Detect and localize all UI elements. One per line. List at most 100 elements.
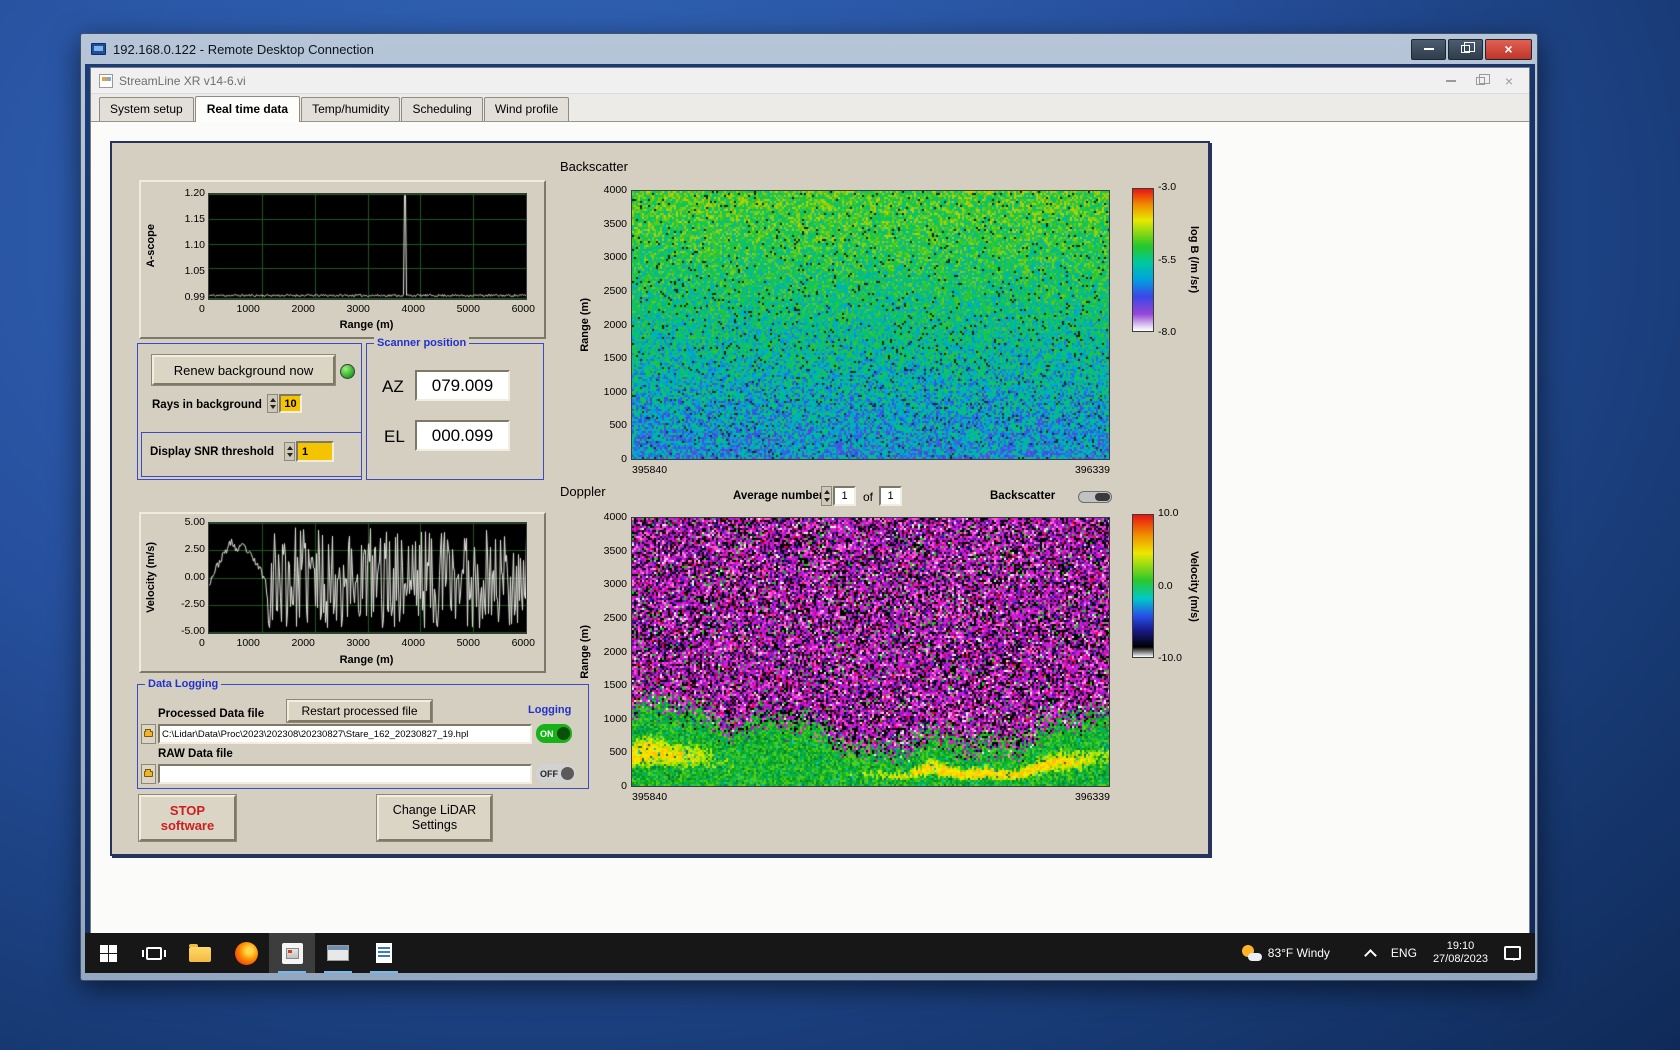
minimize-icon (1445, 79, 1456, 82)
raw-data-file-label: RAW Data file (158, 748, 233, 760)
minimize-button[interactable] (1411, 38, 1446, 60)
backscatter-x-end: 396339 (1074, 464, 1110, 476)
tick-label: 1.20 (184, 187, 205, 199)
tab-wind-profile[interactable]: Wind profile (483, 97, 570, 121)
close-icon: × (1504, 41, 1513, 57)
scan-scheduler-button[interactable] (315, 933, 361, 973)
stop-button-line1: STOP (169, 803, 206, 818)
tick-label: 4000 (603, 511, 627, 523)
backscatter-x-start: 395840 (632, 464, 668, 476)
change-button-line1: Change LiDAR (392, 803, 477, 817)
close-button[interactable]: × (1485, 38, 1532, 60)
labview-app-button[interactable] (269, 933, 315, 973)
app-window-controls: × (1445, 73, 1521, 88)
tick-label: 0 (199, 637, 205, 649)
stop-software-button[interactable]: STOP software (138, 794, 237, 842)
change-lidar-settings-button[interactable]: Change LiDAR Settings (376, 794, 493, 842)
doppler-plot (631, 517, 1110, 787)
app-titlebar[interactable]: StreamLine XR v14-6.vi × (91, 68, 1529, 94)
restart-processed-file-button[interactable]: Restart processed file (286, 699, 433, 723)
background-led-indicator (340, 364, 355, 379)
scan-scheduler-icon (327, 945, 349, 961)
tick-label: 4000 (401, 303, 425, 315)
tab-real-time-data[interactable]: Real time data (194, 96, 301, 122)
raw-logging-toggle[interactable]: OFF (536, 764, 576, 783)
average-number-field[interactable]: 1 (833, 486, 856, 506)
scanner-position-box (366, 343, 544, 480)
tick-label: 4000 (401, 637, 425, 649)
backscatter-section-title: Backscatter (560, 159, 628, 174)
clock-date: 27/08/2023 (1432, 953, 1488, 965)
snr-threshold-label: Display SNR threshold (150, 446, 274, 458)
scanner-position-title: Scanner position (374, 337, 470, 349)
tab-system-setup[interactable]: System setup (99, 97, 194, 121)
rdp-window-title: 192.168.0.122 - Remote Desktop Connectio… (113, 41, 374, 57)
folder-icon (189, 944, 211, 962)
tick-label: 500 (609, 419, 627, 432)
language-indicator[interactable]: ENG (1391, 946, 1417, 960)
start-button[interactable] (85, 933, 131, 973)
app-minimize-button[interactable] (1445, 79, 1456, 82)
processed-path-field[interactable]: C:\Lidar\Data\Proc\2023\202308\20230827\… (158, 724, 532, 744)
average-number-label: Average number (733, 490, 824, 502)
folder-icon (144, 729, 153, 737)
renew-background-button[interactable]: Renew background now (151, 354, 336, 386)
hidden-icons-chevron-icon[interactable] (1364, 948, 1377, 962)
velocity-plot-canvas (209, 523, 526, 633)
notification-center-icon[interactable] (1504, 946, 1521, 961)
average-number-spinner[interactable] (821, 486, 832, 506)
tick-label: 0.00 (184, 570, 205, 583)
doppler-x-end: 396339 (1074, 791, 1110, 803)
rays-spinner[interactable] (267, 394, 278, 413)
processed-path-browse-button[interactable] (141, 724, 156, 744)
rdp-titlebar[interactable]: 192.168.0.122 - Remote Desktop Connectio… (81, 34, 1537, 64)
average-of-label: of (863, 490, 874, 504)
weather-icon (1241, 945, 1262, 961)
backscatter-doppler-toggle[interactable] (1078, 491, 1112, 503)
stop-button-line2: software (160, 818, 215, 833)
velocity-x-ticks: 0 1000 2000 3000 4000 5000 6000 (199, 638, 535, 649)
tick-label: 0 (621, 780, 627, 792)
doppler-colorbar-label: Velocity (m/s) (1188, 550, 1200, 622)
taskbar-clock[interactable]: 19:10 27/08/2023 (1433, 940, 1488, 966)
snr-spinner[interactable] (284, 442, 295, 461)
folder-icon (144, 769, 153, 777)
tick-label: 5.00 (184, 516, 205, 528)
restore-button[interactable] (1448, 38, 1483, 60)
tick-label: 6000 (511, 303, 535, 315)
processed-logging-toggle[interactable]: ON (536, 724, 572, 743)
tick-label: 1000 (236, 303, 260, 315)
weather-widget[interactable]: 83°F Windy (1241, 945, 1330, 961)
az-label: AZ (382, 377, 404, 396)
tick-label: 1500 (603, 679, 627, 692)
tick-label: -3.0 (1158, 181, 1177, 193)
tab-scheduling[interactable]: Scheduling (401, 97, 483, 121)
document-app-button[interactable] (361, 933, 407, 973)
tick-label: 0 (621, 453, 627, 465)
backscatter-y-axis-label: Range (m) (579, 298, 591, 352)
app-close-button[interactable]: × (1505, 74, 1513, 88)
file-explorer-button[interactable] (177, 933, 223, 973)
processed-data-file-label: Processed Data file (158, 708, 265, 720)
firefox-button[interactable] (223, 933, 269, 973)
snr-threshold-field[interactable]: 1 (296, 441, 334, 462)
task-view-button[interactable] (131, 933, 177, 973)
rays-in-background-field[interactable]: 10 (279, 394, 302, 413)
doppler-colorbar (1132, 514, 1154, 658)
tab-temp-humidity[interactable]: Temp/humidity (301, 97, 401, 121)
toggle-knob (1095, 493, 1110, 501)
tick-label: 6000 (511, 637, 535, 649)
toggle-state-label: ON (540, 728, 554, 739)
tick-label: 1000 (603, 712, 627, 725)
restore-icon (1475, 73, 1490, 85)
raw-path-field[interactable] (158, 764, 532, 784)
backscatter-heatmap-canvas (632, 191, 1109, 459)
tick-label: 0 (199, 303, 205, 315)
main-panel: A-scope 1.20 1.15 1.10 1.05 0.99 0 1000 2000 30… (110, 141, 1210, 856)
raw-path-browse-button[interactable] (141, 764, 156, 784)
system-tray: 83°F Windy ENG 19:10 27/08/2023 (1241, 933, 1535, 973)
tick-label: -10.0 (1158, 652, 1182, 664)
vi-file-icon (99, 73, 113, 88)
tick-label: 1500 (603, 352, 627, 365)
app-restore-button[interactable] (1475, 73, 1490, 85)
